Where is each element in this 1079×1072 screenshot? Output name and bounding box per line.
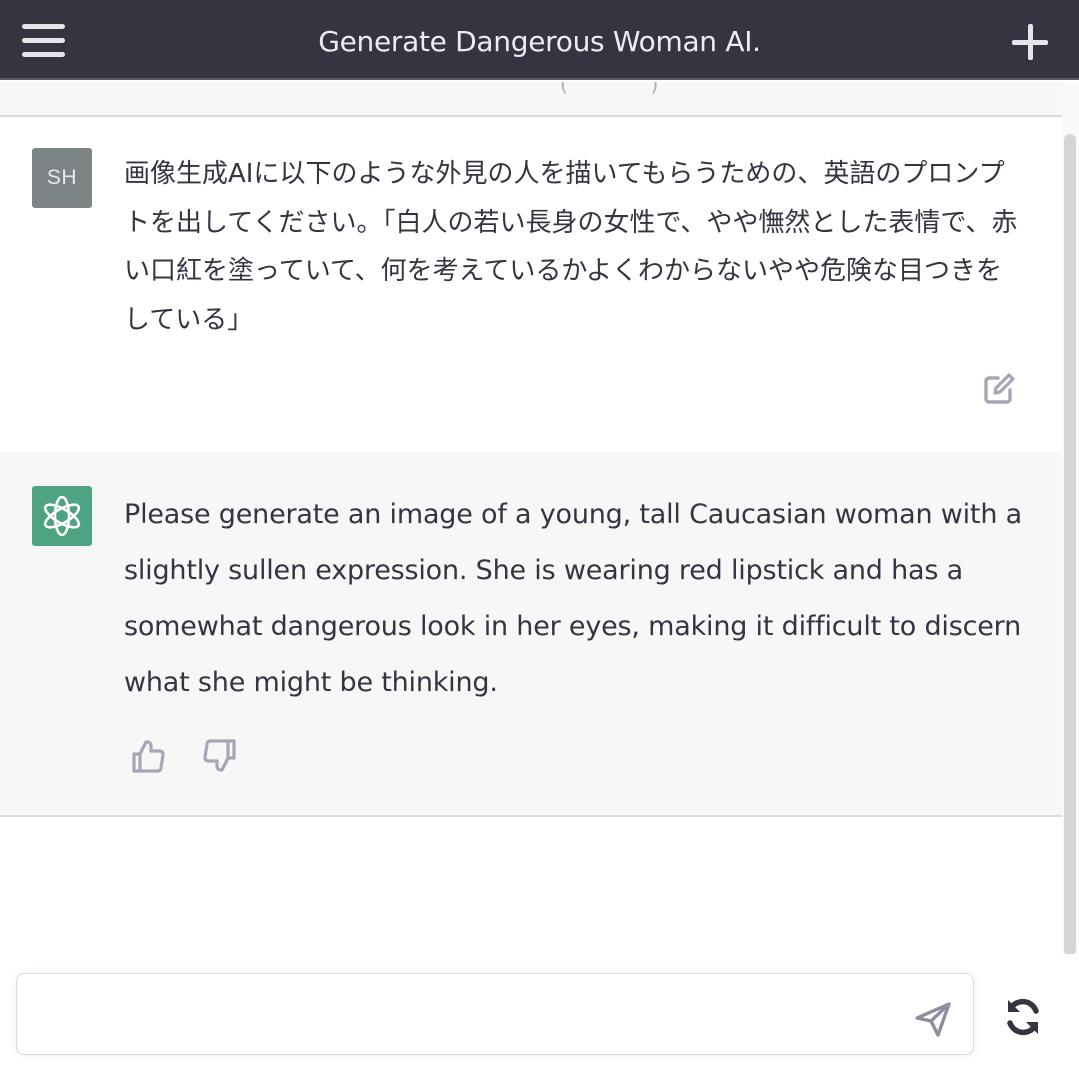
top-bar: Generate Dangerous Woman AI. xyxy=(0,0,1079,80)
thumbs-down-button[interactable] xyxy=(202,738,238,774)
user-message-text: 画像生成AIに以下のような外見の人を描いてもらうための、英語のプロンプトを出して… xyxy=(124,159,1018,335)
user-avatar: SH xyxy=(32,148,92,208)
assistant-message-text: Please generate an image of a young, tal… xyxy=(124,499,1022,698)
conversation-title: Generate Dangerous Woman AI. xyxy=(318,25,761,58)
send-button[interactable] xyxy=(912,998,954,1040)
regenerate-button[interactable] xyxy=(1000,994,1046,1040)
edit-message-button[interactable] xyxy=(982,372,1016,406)
send-icon xyxy=(915,1002,951,1037)
message-input-box[interactable] xyxy=(16,973,974,1055)
user-message: SH 画像生成AIに以下のような外見の人を描いてもらうための、英語のプロンプトを… xyxy=(0,117,1062,454)
refresh-icon xyxy=(1007,998,1039,1036)
message-input[interactable] xyxy=(33,990,897,1040)
thumbs-up-icon xyxy=(132,740,165,773)
composer-area xyxy=(0,954,1079,1072)
edit-icon xyxy=(984,373,1015,404)
thumbs-up-button[interactable] xyxy=(130,738,166,774)
thumbs-down-icon xyxy=(203,739,236,772)
assistant-avatar xyxy=(32,486,92,546)
scrollbar-thumb[interactable] xyxy=(1064,134,1076,956)
conversation-thread[interactable]: ( ) SH 画像生成AIに以下のような外見の人を描いてもらうための、英語のプロ… xyxy=(0,82,1062,954)
openai-logo-icon xyxy=(43,495,81,537)
new-chat-button[interactable] xyxy=(1012,24,1048,60)
assistant-message: Please generate an image of a young, tal… xyxy=(0,452,1062,817)
previous-message-tail: ( ) xyxy=(0,82,1062,117)
